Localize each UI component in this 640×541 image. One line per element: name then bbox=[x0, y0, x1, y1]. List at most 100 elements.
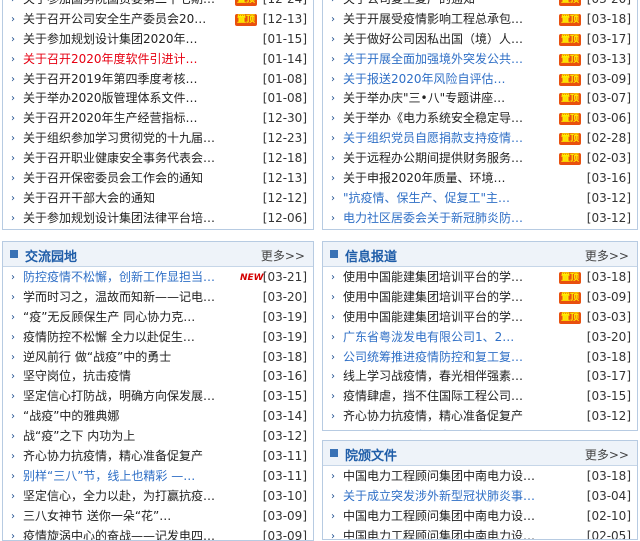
list-item[interactable]: › 关于召开公司安全生产委员会20… 置顶 [12-13] bbox=[3, 10, 313, 30]
item-title-link[interactable]: 疫情肆虐，挡不住国际工程公司… bbox=[343, 387, 523, 407]
item-title-link[interactable]: 公司统筹推进疫情防控和复工复… bbox=[343, 348, 523, 368]
item-title-link[interactable]: 别样“三八”节，线上也精彩 —… bbox=[23, 467, 195, 487]
list-item[interactable]: › 关于报送2020年风险自评估… 置顶 [03-09] bbox=[323, 70, 637, 90]
item-title-link[interactable]: 逆风前行 做“战疫”中的勇士 bbox=[23, 348, 171, 368]
list-item[interactable]: › 关于召开2019年第四季度考核… [01-08] bbox=[3, 70, 313, 90]
list-item[interactable]: › 广东省粤泷发电有限公司1、2… [03-20] bbox=[323, 328, 637, 348]
exchange-more-link[interactable]: 更多>> bbox=[261, 247, 305, 264]
item-title-link[interactable]: 关于组织参加学习贯彻党的十九届… bbox=[23, 129, 215, 149]
item-title-link[interactable]: 中国电力工程顾问集团中南电力设… bbox=[343, 507, 535, 527]
list-item[interactable]: › 战“疫”之下 内功为上 [03-12] bbox=[3, 427, 313, 447]
item-title-link[interactable]: 关于召开2020年度小型基建维… bbox=[23, 229, 198, 230]
list-item[interactable]: › 关于申报2020年质量、环境… [03-16] bbox=[323, 169, 637, 189]
item-title-link[interactable]: 关于报送2020年风险自评估… bbox=[343, 70, 506, 90]
list-item[interactable]: › 关于远程办公期间提供财务服务… 置顶 [02-03] bbox=[323, 149, 637, 169]
item-title-link[interactable]: 关于召开干部大会的通知 bbox=[23, 189, 155, 209]
list-item[interactable]: › 中国电力工程顾问集团中南电力设… [03-18] bbox=[323, 467, 637, 487]
list-item[interactable]: › 关于召开2020年度小型基建维… [12-05] bbox=[3, 229, 313, 230]
list-item[interactable]: › 关于举办2020版管理体系文件… [01-08] bbox=[3, 89, 313, 109]
list-item[interactable]: › 关于开展全面加强境外突发公共… 置顶 [03-13] bbox=[323, 50, 637, 70]
list-item[interactable]: › 关于公司复工复产的通知 置顶 [03-20] bbox=[323, 0, 637, 10]
list-item[interactable]: › 坚定信心打防战，明确方向保发展… [03-15] bbox=[3, 387, 313, 407]
list-item[interactable]: › 齐心协力抗疫情，精心准备促复产 [03-12] bbox=[323, 407, 637, 427]
item-title-link[interactable]: 关于远程办公期间提供财务服务… bbox=[343, 149, 523, 169]
item-title-link[interactable]: 关于推荐湖北省五一劳动奖章和… bbox=[343, 229, 523, 230]
item-title-link[interactable]: 关于参加国务院国资委第二十七期… bbox=[23, 0, 215, 10]
item-title-link[interactable]: 关于召开职业健康安全事务代表会… bbox=[23, 149, 215, 169]
list-item[interactable]: › 关于参加国务院国资委第二十七期… 置顶 [12-24] bbox=[3, 0, 313, 10]
item-title-link[interactable]: 线上学习战疫情，春光相伴强素… bbox=[343, 367, 523, 387]
list-item[interactable]: › 关于召开保密委员会工作会的通知 [12-13] bbox=[3, 169, 313, 189]
item-title-link[interactable]: 关于参加规划设计集团2020年… bbox=[23, 30, 198, 50]
list-item[interactable]: › “疫”无反顾保生产 同心协力克… [03-19] bbox=[3, 308, 313, 328]
list-item[interactable]: › 关于召开职业健康安全事务代表会… [12-18] bbox=[3, 149, 313, 169]
list-item[interactable]: › 关于组织党员自愿捐款支持疫情… 置顶 [02-28] bbox=[323, 129, 637, 149]
item-title-link[interactable]: "抗疫情、保生产、促复工"主… bbox=[343, 189, 510, 209]
item-title-link[interactable]: 关于召开2020年生产经营指标… bbox=[23, 109, 198, 129]
item-title-link[interactable]: 学而时习之，温故而知新——记电… bbox=[23, 288, 215, 308]
list-item[interactable]: › 关于举办庆"三•八"专题讲座… 置顶 [03-07] bbox=[323, 89, 637, 109]
item-title-link[interactable]: 电力社区居委会关于新冠肺炎防… bbox=[343, 209, 523, 229]
list-item[interactable]: › “战疫”中的雅典娜 [03-14] bbox=[3, 407, 313, 427]
item-title-link[interactable]: 使用中国能建集团培训平台的学… bbox=[343, 268, 523, 288]
item-title-link[interactable]: 中国电力工程顾问集团中南电力设… bbox=[343, 467, 535, 487]
docs-more-link[interactable]: 更多>> bbox=[585, 446, 629, 463]
list-item[interactable]: › 学而时习之，温故而知新——记电… [03-20] bbox=[3, 288, 313, 308]
item-title-link[interactable]: 关于召开保密委员会工作会的通知 bbox=[23, 169, 203, 189]
item-title-link[interactable]: “疫”无反顾保生产 同心协力克… bbox=[23, 308, 195, 328]
list-item[interactable]: › 逆风前行 做“战疫”中的勇士 [03-18] bbox=[3, 348, 313, 368]
item-title-link[interactable]: 关于召开2019年第四季度考核… bbox=[23, 70, 198, 90]
item-title-link[interactable]: 关于参加规划设计集团法律平台培… bbox=[23, 209, 215, 229]
item-title-link[interactable]: 三八女神节 送你一朵“花”… bbox=[23, 507, 171, 527]
list-item[interactable]: › 公司统筹推进疫情防控和复工复… [03-18] bbox=[323, 348, 637, 368]
list-item[interactable]: › 防控疫情不松懈，创新工作显担当… NEW [03-21] bbox=[3, 268, 313, 288]
item-title-link[interactable]: 使用中国能建集团培训平台的学… bbox=[343, 308, 523, 328]
item-title-link[interactable]: 坚定信心，全力以赴，为打赢抗疫… bbox=[23, 487, 215, 507]
list-item[interactable]: › 疫情旋涡中心的奋战——记发电四… [03-09] bbox=[3, 527, 313, 540]
item-title-link[interactable]: 疫情防控不松懈 全力以赴促生… bbox=[23, 328, 195, 348]
item-title-link[interactable]: 关于开展全面加强境外突发公共… bbox=[343, 50, 523, 70]
list-item[interactable]: › 三八女神节 送你一朵“花”… [03-09] bbox=[3, 507, 313, 527]
item-title-link[interactable]: 使用中国能建集团培训平台的学… bbox=[343, 288, 523, 308]
list-item[interactable]: › 公司党委理论学习中心组学习习… [03-01] bbox=[323, 427, 637, 430]
list-item[interactable]: › 别样“三八”节，线上也精彩 —… [03-11] bbox=[3, 467, 313, 487]
item-title-link[interactable]: 关于申报2020年质量、环境… bbox=[343, 169, 506, 189]
list-item[interactable]: › 中国电力工程顾问集团中南电力设… [02-10] bbox=[323, 507, 637, 527]
list-item[interactable]: › 关于推荐湖北省五一劳动奖章和… [03-10] bbox=[323, 229, 637, 230]
list-item[interactable]: › 关于举办《电力系统安全稳定导… 置顶 [03-06] bbox=[323, 109, 637, 129]
item-title-link[interactable]: 坚定信心打防战，明确方向保发展… bbox=[23, 387, 215, 407]
item-title-link[interactable]: “战疫”中的雅典娜 bbox=[23, 407, 119, 427]
item-title-link[interactable]: 广东省粤泷发电有限公司1、2… bbox=[343, 328, 514, 348]
item-title-link[interactable]: 齐心协力抗疫情，精心准备促复产 bbox=[343, 407, 523, 427]
item-title-link[interactable]: 坚守岗位，抗击疫情 bbox=[23, 367, 131, 387]
item-title-link[interactable]: 关于开展受疫情影响工程总承包… bbox=[343, 10, 523, 30]
list-item[interactable]: › 中国电力工程顾问集团中南电力设… [02-05] bbox=[323, 527, 637, 539]
list-item[interactable]: › 线上学习战疫情，春光相伴强素… [03-17] bbox=[323, 367, 637, 387]
list-item[interactable]: › 关于参加规划设计集团法律平台培… [12-06] bbox=[3, 209, 313, 229]
item-title-link[interactable]: 公司党委理论学习中心组学习习… bbox=[343, 427, 523, 430]
item-title-link[interactable]: 关于召开公司安全生产委员会20… bbox=[23, 10, 206, 30]
list-item[interactable]: › 使用中国能建集团培训平台的学… 置顶 [03-09] bbox=[323, 288, 637, 308]
item-title-link[interactable]: 关于公司复工复产的通知 bbox=[343, 0, 475, 10]
list-item[interactable]: › 坚守岗位，抗击疫情 [03-16] bbox=[3, 367, 313, 387]
item-title-link[interactable]: 关于举办《电力系统安全稳定导… bbox=[343, 109, 523, 129]
list-item[interactable]: › 关于开展受疫情影响工程总承包… 置顶 [03-18] bbox=[323, 10, 637, 30]
list-item[interactable]: › "抗疫情、保生产、促复工"主… [03-12] bbox=[323, 189, 637, 209]
list-item[interactable]: › 齐心协力抗疫情，精心准备促复产 [03-11] bbox=[3, 447, 313, 467]
list-item[interactable]: › 电力社区居委会关于新冠肺炎防… [03-12] bbox=[323, 209, 637, 229]
list-item[interactable]: › 关于组织参加学习贯彻党的十九届… [12-23] bbox=[3, 129, 313, 149]
list-item[interactable]: › 疫情防控不松懈 全力以赴促生… [03-19] bbox=[3, 328, 313, 348]
list-item[interactable]: › 坚定信心，全力以赴，为打赢抗疫… [03-10] bbox=[3, 487, 313, 507]
item-title-link[interactable]: 疫情旋涡中心的奋战——记发电四… bbox=[23, 527, 215, 540]
item-title-link[interactable]: 齐心协力抗疫情，精心准备促复产 bbox=[23, 447, 203, 467]
item-title-link[interactable]: 关于成立突发涉外新型冠状肺炎事… bbox=[343, 487, 535, 507]
info-more-link[interactable]: 更多>> bbox=[585, 247, 629, 264]
item-title-link[interactable]: 防控疫情不松懈，创新工作显担当… bbox=[23, 268, 215, 288]
item-title-link[interactable]: 关于组织党员自愿捐款支持疫情… bbox=[343, 129, 523, 149]
item-title-link[interactable]: 关于举办庆"三•八"专题讲座… bbox=[343, 89, 505, 109]
list-item[interactable]: › 关于召开2020年生产经营指标… [12-30] bbox=[3, 109, 313, 129]
list-item[interactable]: › 使用中国能建集团培训平台的学… 置顶 [03-03] bbox=[323, 308, 637, 328]
list-item[interactable]: › 关于做好公司因私出国（境）人… 置顶 [03-17] bbox=[323, 30, 637, 50]
item-title-link[interactable]: 关于做好公司因私出国（境）人… bbox=[343, 30, 523, 50]
item-title-link[interactable]: 战“疫”之下 内功为上 bbox=[23, 427, 135, 447]
